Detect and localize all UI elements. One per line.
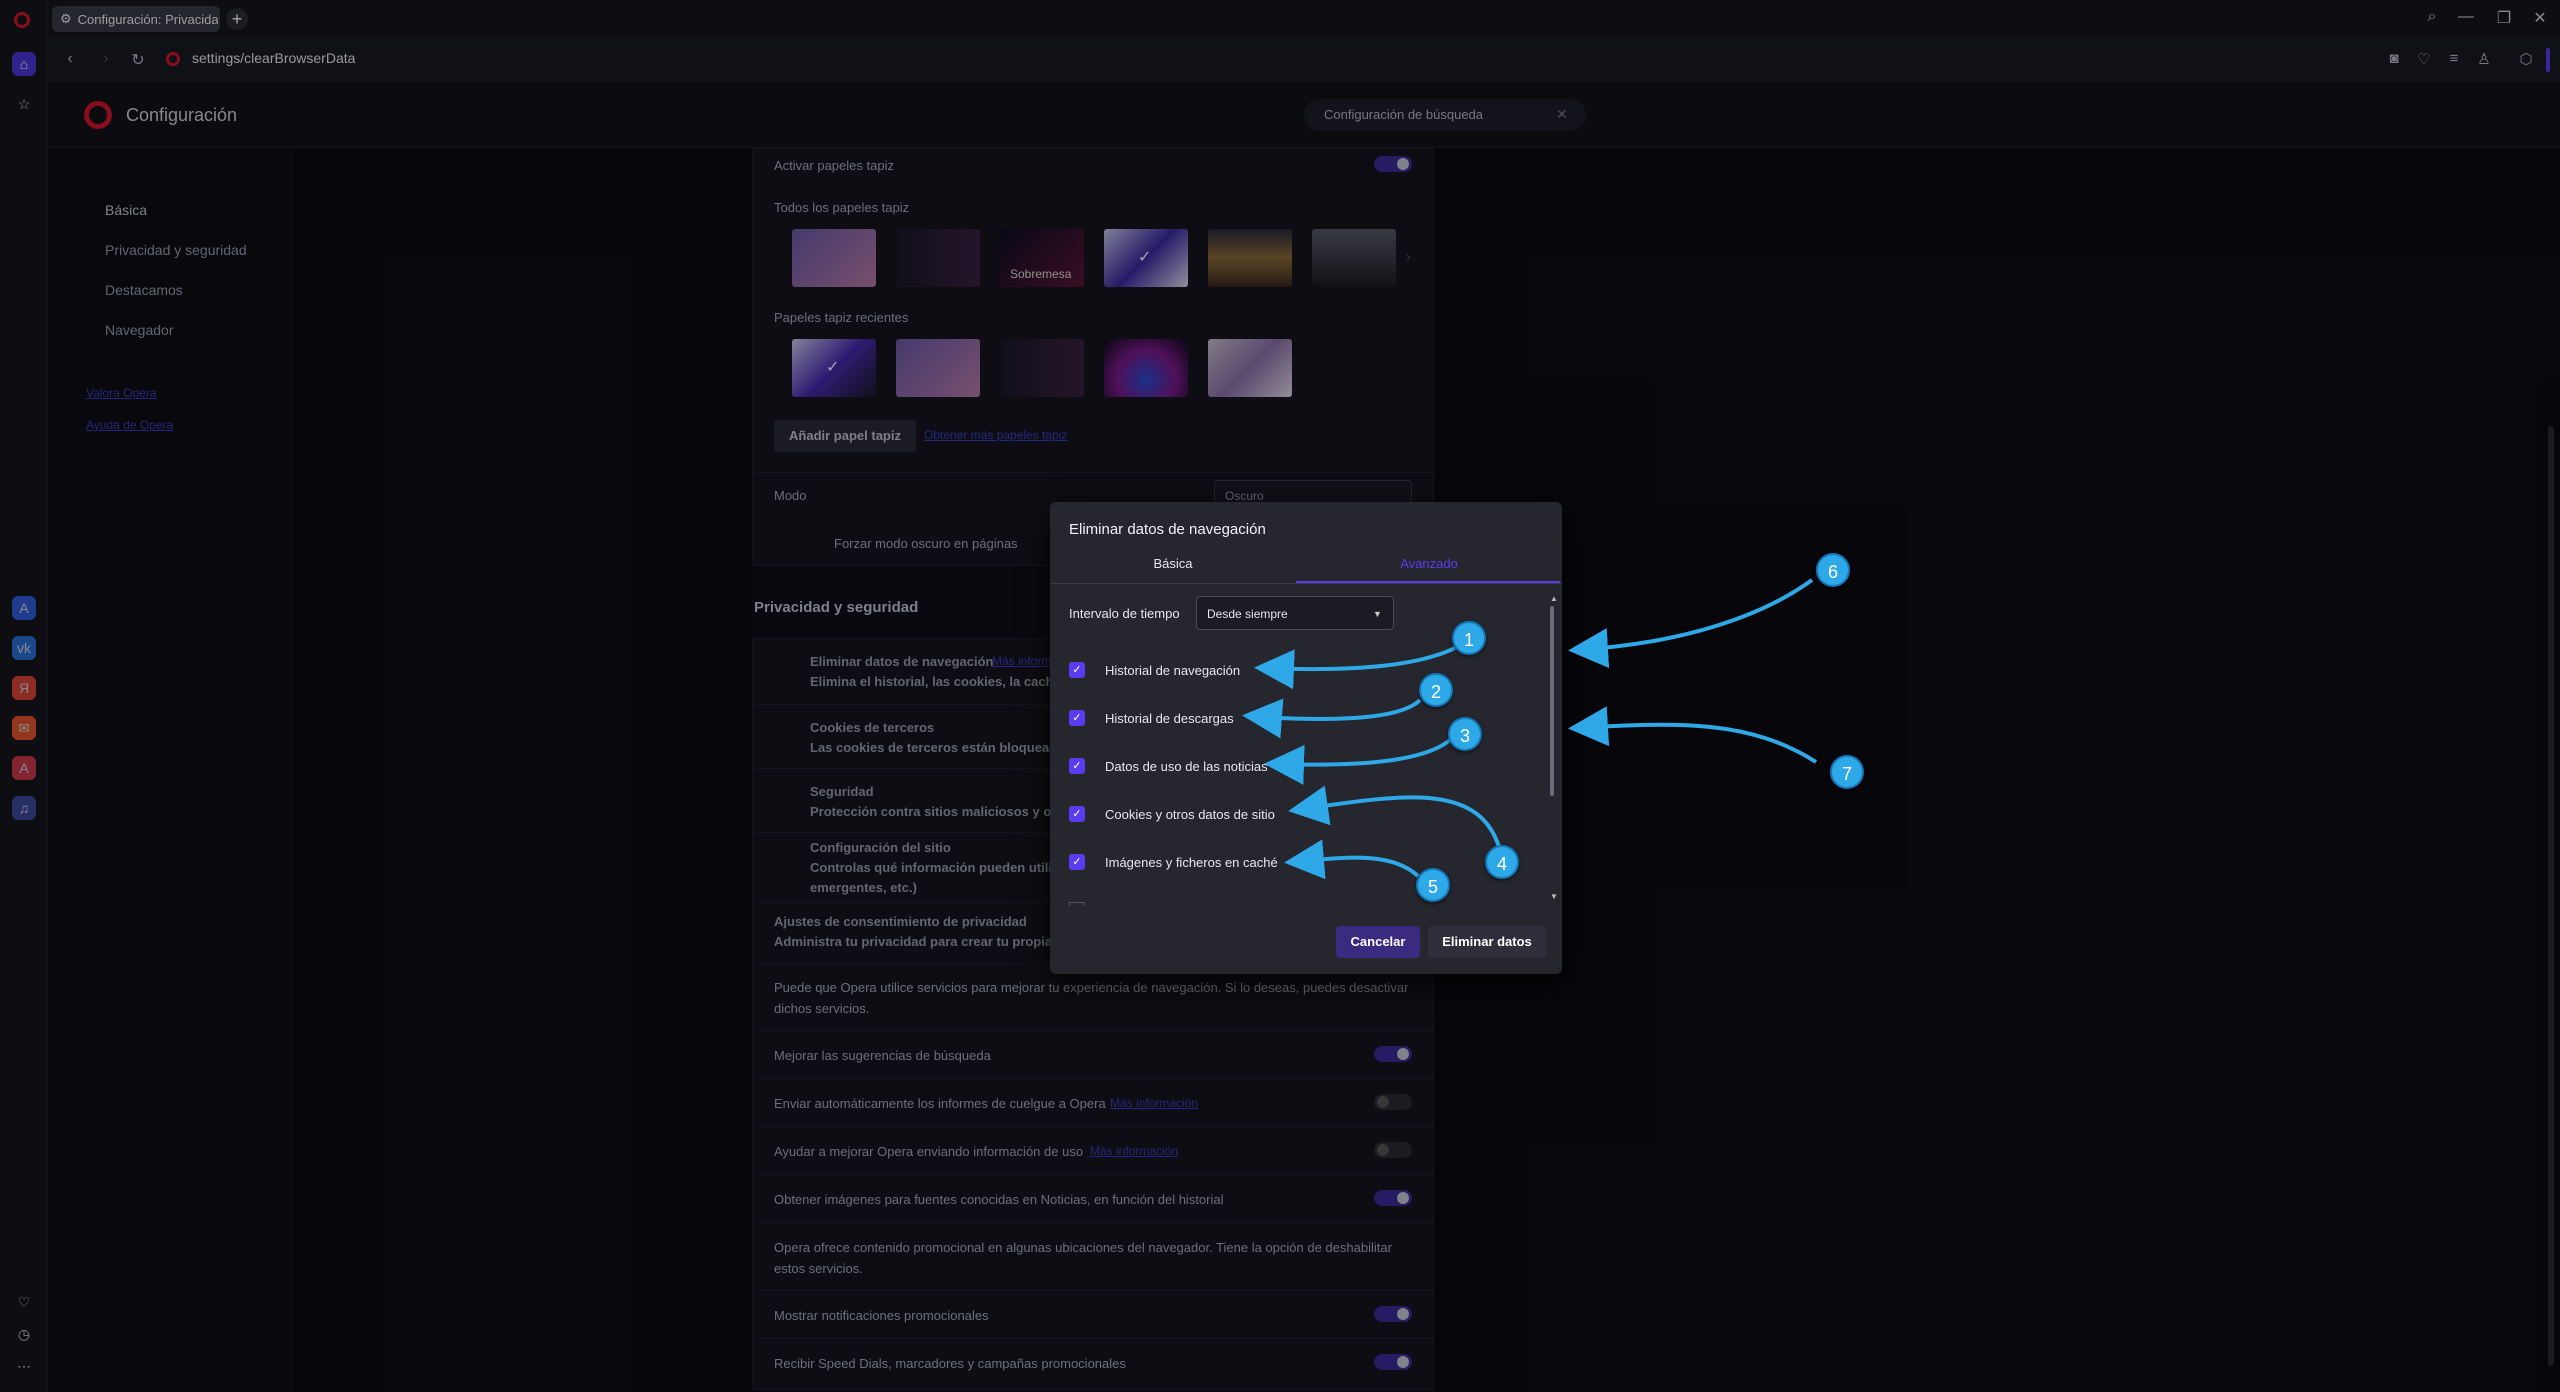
arrow-6 — [1568, 578, 1814, 669]
annotation-badge: 2 — [1419, 673, 1453, 707]
annotation-badge: 5 — [1416, 868, 1450, 902]
arrow-4 — [1288, 785, 1502, 851]
annotation-arrows — [1242, 578, 1818, 880]
annotation-badge: 7 — [1830, 755, 1864, 789]
annotation-badge: 3 — [1448, 717, 1482, 751]
annotation-badge: 6 — [1816, 553, 1850, 587]
arrow-1 — [1254, 646, 1456, 690]
annotation-badge: 4 — [1485, 845, 1519, 879]
arrow-7 — [1568, 706, 1818, 764]
arrow-2 — [1242, 698, 1422, 739]
arrow-5 — [1284, 839, 1420, 880]
arrow-3 — [1264, 738, 1452, 785]
annotation-badge: 1 — [1452, 621, 1486, 655]
